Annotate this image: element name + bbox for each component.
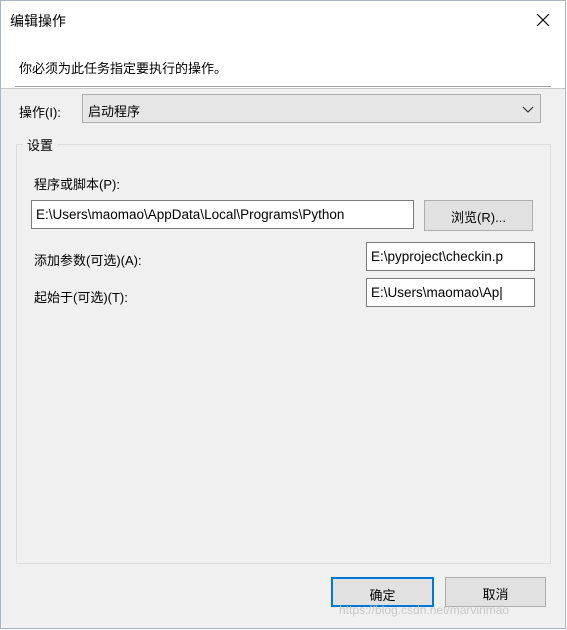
action-label: 操作(I): (19, 105, 61, 120)
edit-action-dialog: 编辑操作 你必须为此任务指定要执行的操作。 操作(I): 启动程序 设置 程序或… (0, 0, 566, 629)
args-label: 添加参数(可选)(A): (34, 253, 142, 268)
divider (15, 86, 551, 87)
action-select-value: 启动程序 (88, 104, 141, 119)
startin-input-value: E:\Users\maomao\Ap| (371, 285, 503, 300)
startin-input[interactable]: E:\Users\maomao\Ap| (366, 278, 535, 307)
window-title: 编辑操作 (10, 13, 66, 29)
startin-label: 起始于(可选)(T): (34, 290, 128, 305)
close-icon[interactable] (531, 8, 555, 32)
ok-button-label: 确定 (369, 588, 396, 603)
chevron-down-icon (522, 103, 534, 113)
title-bar: 编辑操作 (1, 1, 565, 39)
program-label: 程序或脚本(P): (34, 177, 120, 192)
description-area: 你必须为此任务指定要执行的操作。 (1, 39, 565, 89)
action-select[interactable]: 启动程序 (82, 94, 541, 123)
cancel-button-label: 取消 (482, 587, 509, 602)
browse-button[interactable]: 浏览(R)... (424, 200, 533, 231)
program-input-value: E:\Users\maomao\AppData\Local\Programs\P… (36, 207, 345, 222)
args-input[interactable]: E:\pyproject\checkin.p (366, 242, 535, 271)
description-text: 你必须为此任务指定要执行的操作。 (19, 61, 228, 76)
browse-button-label: 浏览(R)... (451, 210, 506, 225)
settings-group-title: 设置 (23, 135, 58, 154)
program-input[interactable]: E:\Users\maomao\AppData\Local\Programs\P… (31, 200, 414, 229)
args-input-value: E:\pyproject\checkin.p (371, 249, 504, 264)
watermark: https://blog.csdn.net/marvinmao (339, 603, 510, 617)
